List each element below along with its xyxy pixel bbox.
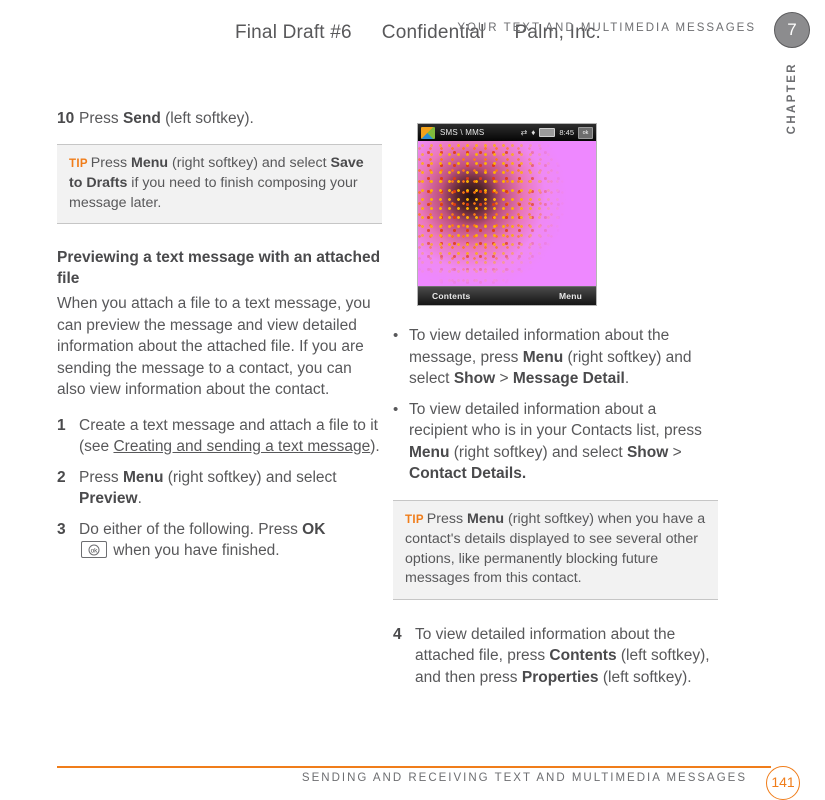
phone-softkey-bar: Contents Menu	[418, 286, 596, 305]
step-3-t2: when you have finished.	[109, 542, 280, 559]
step-2-t1: Press	[79, 468, 123, 486]
step-number: 2	[57, 468, 66, 486]
step-4: 4 To view detailed information about the…	[393, 624, 718, 689]
phone-left-softkey[interactable]: Contents	[432, 291, 470, 301]
step-3-bold-ok: OK	[302, 520, 326, 538]
ok-key-icon	[81, 541, 107, 558]
running-head: YOUR TEXT AND MULTIMEDIA MESSAGES	[457, 22, 756, 34]
list-item: • To view detailed information about the…	[393, 325, 718, 390]
step-10: 10 Press Send (left softkey).	[57, 108, 382, 130]
step-2-t3: .	[137, 490, 142, 507]
bullet-1-bold-message-detail: Message Detail	[512, 370, 625, 387]
step-3-t1: Do either of the following. Press	[79, 520, 303, 538]
step-10-text-pre: Press	[79, 110, 123, 127]
footer-rule	[57, 766, 771, 768]
step-1-t2: ).	[370, 438, 380, 455]
step-text: Create a text message and attach a file …	[79, 415, 382, 458]
bullet-1-bold-show: Show	[453, 370, 496, 387]
chapter-tab: 7 CHAPTER	[771, 12, 813, 134]
bullet-dot-icon: •	[393, 327, 399, 344]
step-3: 3 Do either of the following. Press OK w…	[57, 519, 382, 562]
bullet-2-t2: (right softkey) and select	[449, 443, 627, 461]
tip1-bold-menu: Menu	[131, 154, 169, 171]
tip2-t1: Press	[426, 510, 468, 527]
tip1-t1: Press	[90, 154, 132, 171]
phone-status-icons: ⇄ ♦ 8:45 ok	[520, 126, 593, 139]
section-heading: Previewing a text message with an attach…	[57, 249, 381, 287]
bullet-text: To view detailed information about a rec…	[409, 399, 718, 485]
bullet-2-t3: >	[668, 443, 682, 461]
page-number-badge: 141	[766, 766, 800, 800]
step-4-bold-contents: Contents	[549, 647, 617, 664]
chapter-number-badge: 7	[774, 12, 810, 48]
bullet-dot-icon: •	[393, 400, 399, 418]
bullet-list: • To view detailed information about the…	[393, 325, 718, 485]
footer-section-title: SENDING AND RECEIVING TEXT AND MULTIMEDI…	[301, 772, 747, 784]
tip-label: TIP	[405, 513, 424, 526]
phone-title-bar: SMS \ MMS ⇄ ♦ 8:45 ok	[418, 124, 596, 141]
step-4-t3: (left softkey).	[598, 668, 692, 686]
bullet-1-t3: >	[495, 370, 513, 387]
step-text: Press Menu (right softkey) and select Pr…	[79, 467, 382, 510]
tip1-t2: (right softkey) and select	[168, 154, 331, 171]
battery-icon	[539, 128, 556, 137]
step-2: 2 Press Menu (right softkey) and select …	[57, 467, 382, 510]
step-1: 1 Create a text message and attach a fil…	[57, 415, 382, 458]
bullet-1-t4: .	[624, 370, 630, 387]
step-2-t2: (right softkey) and select	[163, 468, 337, 486]
tip-box-save-to-drafts: TIP Press Menu (right softkey) and select…	[57, 143, 382, 224]
bullet-2-bold-show: Show	[626, 443, 669, 461]
step-number: 3	[57, 520, 66, 538]
flower-petal-rays	[418, 141, 596, 286]
step-text: To view detailed information about the a…	[415, 624, 718, 689]
chapter-word-label: CHAPTER	[786, 62, 798, 135]
phone-screen-title: SMS \ MMS	[440, 128, 485, 137]
bullet-text: To view detailed information about the m…	[409, 325, 718, 390]
step-10-text-post: (left softkey).	[160, 110, 254, 127]
windows-start-icon	[421, 126, 435, 139]
bullet-2-bold-menu: Menu	[409, 443, 450, 461]
step-2-bold-preview: Preview	[79, 490, 138, 507]
connectivity-icon: ⇄	[520, 128, 528, 137]
bullet-2-bold-contact-details: Contact Details.	[409, 465, 527, 482]
step-number: 10	[57, 110, 75, 127]
step-text: Press Send (left softkey).	[79, 108, 382, 130]
tip-label: TIP	[69, 157, 88, 170]
list-item: • To view detailed information about a r…	[393, 399, 718, 485]
phone-right-softkey[interactable]: Menu	[559, 291, 582, 301]
phone-clock: 8:45	[559, 128, 574, 137]
step-number: 1	[57, 416, 66, 434]
phone-screenshot-preview: SMS \ MMS ⇄ ♦ 8:45 ok Contents Menu	[417, 123, 597, 306]
step-10-bold-send: Send	[122, 110, 161, 127]
step-number: 4	[393, 625, 402, 643]
tip-box-contact-options: TIP Press Menu (right softkey) when you h…	[393, 499, 718, 600]
phone-attached-image	[418, 141, 596, 286]
right-column: • To view detailed information about the…	[393, 325, 718, 697]
signal-icon: ♦	[531, 128, 536, 137]
phone-ok-badge: ok	[578, 126, 593, 139]
step-text: Do either of the following. Press OK whe…	[79, 519, 382, 562]
tip2-bold-menu: Menu	[467, 510, 505, 527]
bullet-2-t1: To view detailed information about a rec…	[409, 400, 702, 440]
left-column: 10 Press Send (left softkey). TIP Press M…	[57, 108, 382, 571]
bullet-1-bold-menu: Menu	[522, 348, 564, 366]
intro-paragraph: When you attach a file to a text message…	[57, 295, 371, 398]
step-4-bold-properties: Properties	[521, 668, 599, 686]
step-2-bold-menu: Menu	[122, 468, 164, 486]
cross-reference-link[interactable]: Creating and sending a text message	[113, 438, 370, 455]
